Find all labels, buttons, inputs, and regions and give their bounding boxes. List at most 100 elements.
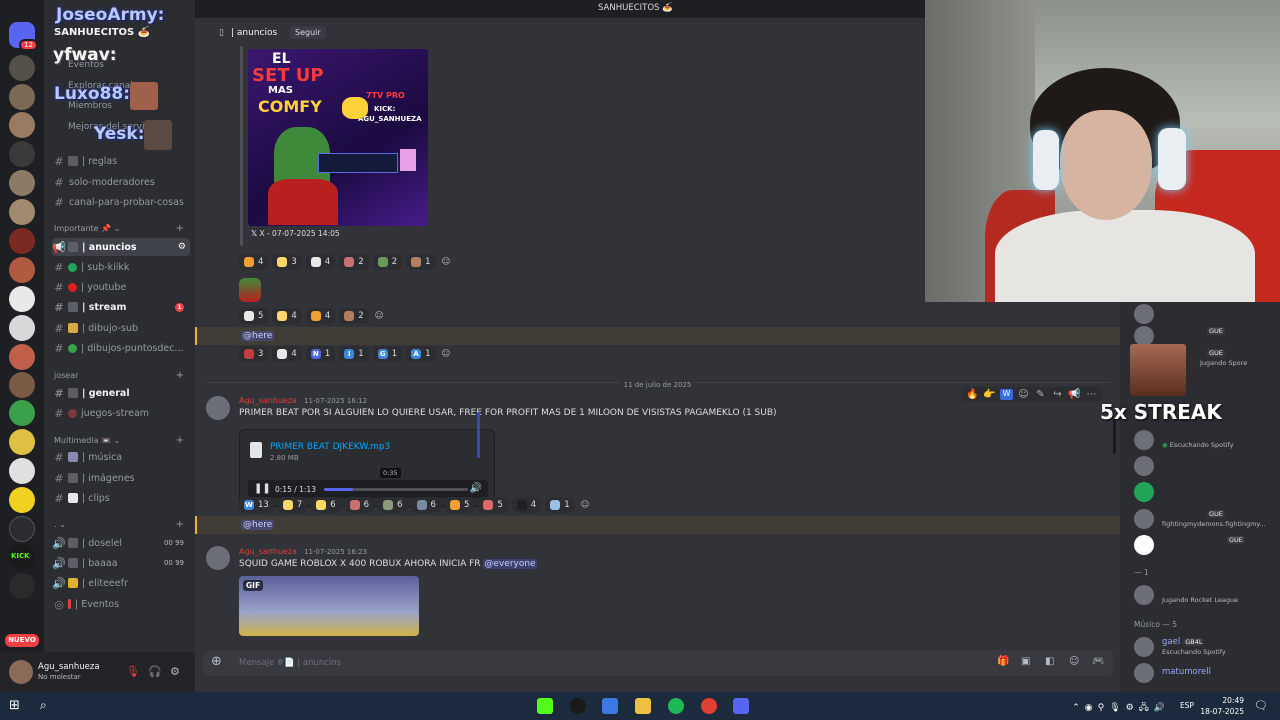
server-icon[interactable] bbox=[9, 487, 35, 513]
channel-anuncios[interactable]: 📢 | anuncios ⚙ bbox=[52, 238, 190, 256]
channel-sub-kiikk[interactable]: # | sub-kiikk bbox=[52, 258, 190, 276]
reaction-button[interactable]: 1 bbox=[406, 254, 436, 270]
member-item[interactable] bbox=[1134, 454, 1278, 478]
server-icon[interactable] bbox=[9, 141, 35, 167]
category-josear[interactable]: josear + bbox=[54, 370, 190, 381]
activities-icon[interactable]: 🎮 bbox=[1092, 656, 1104, 667]
reaction-button[interactable]: 4 bbox=[272, 346, 302, 362]
server-icon[interactable] bbox=[9, 400, 35, 426]
guild-name[interactable]: SANHUECITOS 🍝 bbox=[54, 27, 150, 38]
server-icon[interactable] bbox=[9, 199, 35, 225]
reaction-button[interactable]: 4 bbox=[305, 308, 336, 324]
reply-icon[interactable]: ↪ bbox=[1051, 389, 1064, 400]
calculator-app-icon[interactable] bbox=[602, 698, 618, 714]
gif-picker-icon[interactable]: ▣ bbox=[1021, 656, 1030, 667]
server-icon[interactable] bbox=[9, 604, 35, 630]
reaction-button[interactable]: A1 bbox=[406, 346, 436, 362]
discord-app-icon[interactable] bbox=[733, 698, 749, 714]
member-item[interactable]: ◉ Escuchando Spotify bbox=[1134, 428, 1278, 452]
follow-button[interactable]: Seguir bbox=[290, 26, 326, 39]
gif-attachment[interactable]: GIF bbox=[239, 576, 419, 636]
reaction-button[interactable]: 3 bbox=[272, 254, 302, 270]
server-icon[interactable] bbox=[9, 257, 35, 283]
volume-icon[interactable]: 🔊 bbox=[470, 483, 482, 494]
voice-channel-eliteeefr[interactable]: 🔊 | eliteeefr bbox=[52, 574, 190, 592]
stage-channel-eventos[interactable]: ◎ | Eventos bbox=[52, 595, 190, 613]
point-reaction-icon[interactable]: 👉 bbox=[983, 389, 996, 400]
message-composer[interactable]: ⊕ Mensaje #📄 | anuncios 🎁 ▣ ◧ ☺ 🎮 bbox=[203, 650, 1113, 676]
reaction-button[interactable]: 6 bbox=[344, 497, 375, 513]
reaction-button[interactable]: 5 bbox=[478, 497, 508, 513]
audio-seek-bar[interactable] bbox=[324, 488, 468, 491]
reaction-button[interactable]: 6 bbox=[411, 497, 441, 513]
gear-icon[interactable]: ⚙ bbox=[178, 242, 186, 252]
file-name-link[interactable]: PRIMER BEAT DJKEKW.mp3 bbox=[270, 442, 390, 452]
reaction-button[interactable]: N1 bbox=[305, 346, 336, 362]
gear-icon[interactable]: ⚙ bbox=[170, 665, 180, 678]
avatar[interactable] bbox=[206, 546, 230, 570]
system-tray-icons[interactable]: ⌃◉⚲🎙⚙🖧🔊 bbox=[1072, 700, 1170, 716]
headphones-muted-icon[interactable]: 🎧 bbox=[148, 665, 162, 678]
server-icon[interactable] bbox=[9, 344, 35, 370]
language-indicator[interactable]: ESP bbox=[1180, 701, 1194, 710]
channel-stream[interactable]: # | stream 1 bbox=[52, 298, 190, 316]
w-reaction-icon[interactable]: W bbox=[1000, 389, 1013, 400]
channel-solo-moderadores[interactable]: # solo-moderadores bbox=[52, 173, 190, 191]
channel-canal-para-probar[interactable]: # canal-para-probar-cosas bbox=[52, 193, 190, 211]
here-mention[interactable]: @here bbox=[241, 520, 275, 530]
discord-home-icon[interactable]: 12 bbox=[9, 22, 38, 51]
channel-youtube[interactable]: # | youtube bbox=[52, 278, 190, 296]
add-reaction-icon[interactable]: ☺ bbox=[440, 254, 453, 270]
fire-reaction-icon[interactable]: 🔥 bbox=[966, 389, 979, 400]
file-explorer-icon[interactable] bbox=[635, 698, 651, 714]
channel-juegos-stream[interactable]: # juegos-stream bbox=[52, 404, 190, 422]
server-icon[interactable] bbox=[9, 429, 35, 455]
message-author[interactable]: Agu_sanhueza bbox=[239, 547, 297, 556]
reaction-button[interactable]: W 13 bbox=[239, 497, 274, 513]
pause-icon[interactable]: ❚❚ bbox=[254, 483, 271, 494]
channel-reglas[interactable]: # | reglas bbox=[52, 152, 190, 170]
more-icon[interactable]: ⋯ bbox=[1085, 389, 1098, 400]
server-folder-icon[interactable] bbox=[9, 516, 35, 542]
server-icon[interactable] bbox=[9, 112, 35, 138]
server-icon[interactable] bbox=[9, 458, 35, 484]
search-icon[interactable]: ⌕ bbox=[40, 698, 47, 713]
server-icon[interactable] bbox=[9, 170, 35, 196]
channel-dibujos-puntos[interactable]: # | dibujos-puntosdec... bbox=[52, 339, 190, 357]
sticker-icon[interactable]: ◧ bbox=[1045, 656, 1054, 667]
member-item[interactable]: matumorell bbox=[1134, 661, 1278, 685]
notifications-icon[interactable]: 🗨 bbox=[1254, 699, 1268, 712]
kick-app-icon[interactable] bbox=[537, 698, 553, 714]
channel-clips[interactable]: # | clips bbox=[52, 489, 190, 507]
add-channel-icon[interactable]: + bbox=[176, 370, 184, 381]
embed-image[interactable]: EL SET UP MAS COMFY 7TV PRO KICK: AGU_SA… bbox=[248, 49, 428, 226]
reaction-button[interactable]: 4 bbox=[511, 497, 542, 513]
add-reaction-icon[interactable]: ☺ bbox=[373, 308, 386, 324]
reaction-button[interactable]: 2 bbox=[339, 254, 369, 270]
member-item[interactable]: gael GB4L Escuchando Spotify bbox=[1134, 635, 1278, 659]
obs-app-icon[interactable] bbox=[570, 698, 586, 714]
reaction-button[interactable]: 4 bbox=[272, 308, 302, 324]
reaction-button[interactable]: 4 bbox=[305, 254, 336, 270]
reaction-button[interactable]: I1 bbox=[339, 346, 369, 362]
add-reaction-icon[interactable]: ☺ bbox=[1017, 389, 1030, 400]
add-channel-icon[interactable]: + bbox=[176, 223, 184, 234]
category-voice[interactable]: . ⌄ + bbox=[54, 519, 190, 530]
reaction-button[interactable]: 5 bbox=[239, 308, 269, 324]
kick-server-icon[interactable]: KICK bbox=[9, 544, 35, 570]
server-icon[interactable] bbox=[9, 286, 35, 312]
avatar[interactable] bbox=[9, 660, 33, 684]
add-channel-icon[interactable]: + bbox=[176, 519, 184, 530]
server-icon[interactable] bbox=[9, 372, 35, 398]
windows-start-icon[interactable]: ⊞ bbox=[9, 698, 20, 713]
voice-channel-doselel[interactable]: 🔊 | doselel 00 99 bbox=[52, 534, 190, 552]
chrome-app-icon[interactable] bbox=[701, 698, 717, 714]
channel-imagenes[interactable]: # | imágenes bbox=[52, 469, 190, 487]
everyone-mention[interactable]: @everyone bbox=[483, 559, 537, 569]
add-channel-icon[interactable]: + bbox=[176, 435, 184, 446]
edit-icon[interactable]: ✎ bbox=[1034, 389, 1047, 400]
member-item[interactable]: Jugando Rocket League bbox=[1134, 583, 1278, 607]
category-multimedia[interactable]: Multimedia 📼 ⌄ + bbox=[54, 435, 190, 446]
add-reaction-icon[interactable]: ☺ bbox=[440, 346, 453, 362]
reaction-button[interactable]: 6 bbox=[311, 497, 341, 513]
